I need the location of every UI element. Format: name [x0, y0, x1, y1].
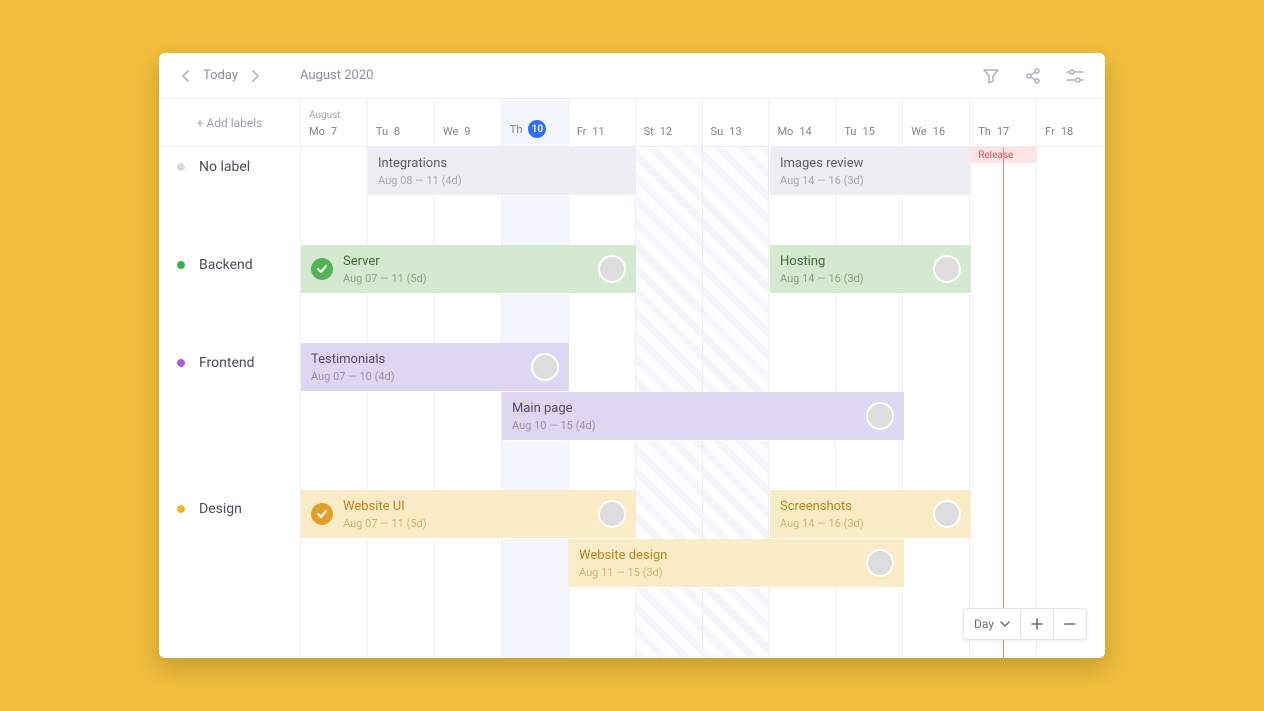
timeline-grid: August Mo7 Tu8 We9 Th10 Fr11 St12 [301, 99, 1105, 658]
assignee-avatar[interactable] [598, 255, 626, 283]
toolbar: Today August 2020 [159, 53, 1105, 99]
task-title: Server [343, 254, 590, 269]
filter-icon[interactable] [977, 62, 1005, 90]
task-title: Main page [512, 401, 858, 416]
check-complete-icon [311, 258, 333, 280]
today-date-badge: 10 [528, 120, 546, 138]
task-website-ui[interactable]: Website UI Aug 07 — 11 (5d) [301, 490, 636, 539]
label-row-no-label[interactable]: No label [159, 159, 300, 175]
label-name: Design [199, 501, 242, 517]
label-name: Backend [199, 257, 253, 273]
prev-chevron-icon[interactable] [175, 65, 197, 87]
label-dot-icon [177, 163, 185, 171]
settings-sliders-icon[interactable] [1061, 62, 1089, 90]
day-header: We16 [903, 99, 969, 147]
label-name: Frontend [199, 355, 255, 371]
label-row-backend[interactable]: Backend [159, 257, 300, 273]
assignee-avatar[interactable] [598, 500, 626, 528]
zoom-in-button[interactable] [1020, 609, 1053, 639]
day-header: Su13 [703, 99, 769, 147]
task-title: Hosting [780, 254, 925, 269]
zoom-out-button[interactable] [1053, 609, 1086, 639]
today-button[interactable]: Today [203, 68, 238, 83]
label-row-frontend[interactable]: Frontend [159, 355, 300, 371]
task-title: Website design [579, 548, 858, 563]
task-hosting[interactable]: Hosting Aug 14 — 16 (3d) [770, 245, 971, 294]
minus-icon [1064, 618, 1076, 630]
task-title: Images review [780, 156, 961, 171]
check-complete-icon [311, 503, 333, 525]
assignee-avatar[interactable] [933, 500, 961, 528]
task-title: Website UI [343, 499, 590, 514]
plus-icon [1031, 618, 1043, 630]
day-header: We9 [435, 99, 501, 147]
task-dates: Aug 07 — 10 (4d) [311, 370, 523, 383]
share-icon[interactable] [1019, 62, 1047, 90]
task-dates: Aug 10 — 15 (4d) [512, 419, 858, 432]
task-testimonials[interactable]: Testimonials Aug 07 — 10 (4d) [301, 343, 569, 392]
task-website-design[interactable]: Website design Aug 11 — 15 (3d) [569, 539, 904, 588]
month-name-label: August [309, 110, 359, 121]
day-header: Tu8 [368, 99, 434, 147]
day-header: Tu15 [836, 99, 902, 147]
task-screenshots[interactable]: Screenshots Aug 14 — 16 (3d) [770, 490, 971, 539]
task-dates: Aug 11 — 15 (3d) [579, 566, 858, 579]
next-chevron-icon[interactable] [244, 65, 266, 87]
assignee-avatar[interactable] [933, 255, 961, 283]
zoom-mode-dropdown[interactable]: Day [964, 609, 1020, 639]
labels-sidebar: + Add labels No label Backend Frontend D… [159, 99, 301, 658]
day-header: St12 [636, 99, 702, 147]
calendar-panel: Today August 2020 + Add labels No label [159, 53, 1105, 658]
task-title: Testimonials [311, 352, 523, 367]
label-dot-icon [177, 261, 185, 269]
zoom-control: Day [963, 608, 1087, 640]
zoom-mode-label: Day [974, 617, 994, 631]
task-images-review[interactable]: Images review Aug 14 — 16 (3d) [770, 147, 971, 196]
chevron-down-icon [1000, 621, 1010, 627]
task-dates: Aug 14 — 16 (3d) [780, 517, 925, 530]
task-dates: Aug 08 — 11 (4d) [378, 174, 626, 187]
task-server[interactable]: Server Aug 07 — 11 (5d) [301, 245, 636, 294]
label-row-design[interactable]: Design [159, 501, 300, 517]
assignee-avatar[interactable] [866, 549, 894, 577]
task-title: Integrations [378, 156, 626, 171]
label-dot-icon [177, 359, 185, 367]
label-dot-icon [177, 505, 185, 513]
day-header: Th17 [970, 99, 1036, 147]
add-labels-button[interactable]: + Add labels [159, 99, 300, 147]
assignee-avatar[interactable] [531, 353, 559, 381]
task-main-page[interactable]: Main page Aug 10 — 15 (4d) [502, 392, 904, 441]
day-header: August Mo7 [301, 99, 367, 147]
day-header: Fr11 [569, 99, 635, 147]
day-header: Mo14 [769, 99, 835, 147]
month-label: August 2020 [300, 68, 373, 83]
task-dates: Aug 14 — 16 (3d) [780, 174, 961, 187]
day-header: Fr18 [1037, 99, 1105, 147]
task-dates: Aug 07 — 11 (5d) [343, 272, 590, 285]
task-dates: Aug 07 — 11 (5d) [343, 517, 590, 530]
task-dates: Aug 14 — 16 (3d) [780, 272, 925, 285]
task-integrations[interactable]: Integrations Aug 08 — 11 (4d) [368, 147, 636, 196]
assignee-avatar[interactable] [866, 402, 894, 430]
task-title: Screenshots [780, 499, 925, 514]
day-header: Th10 [502, 99, 568, 147]
label-name: No label [199, 159, 250, 175]
